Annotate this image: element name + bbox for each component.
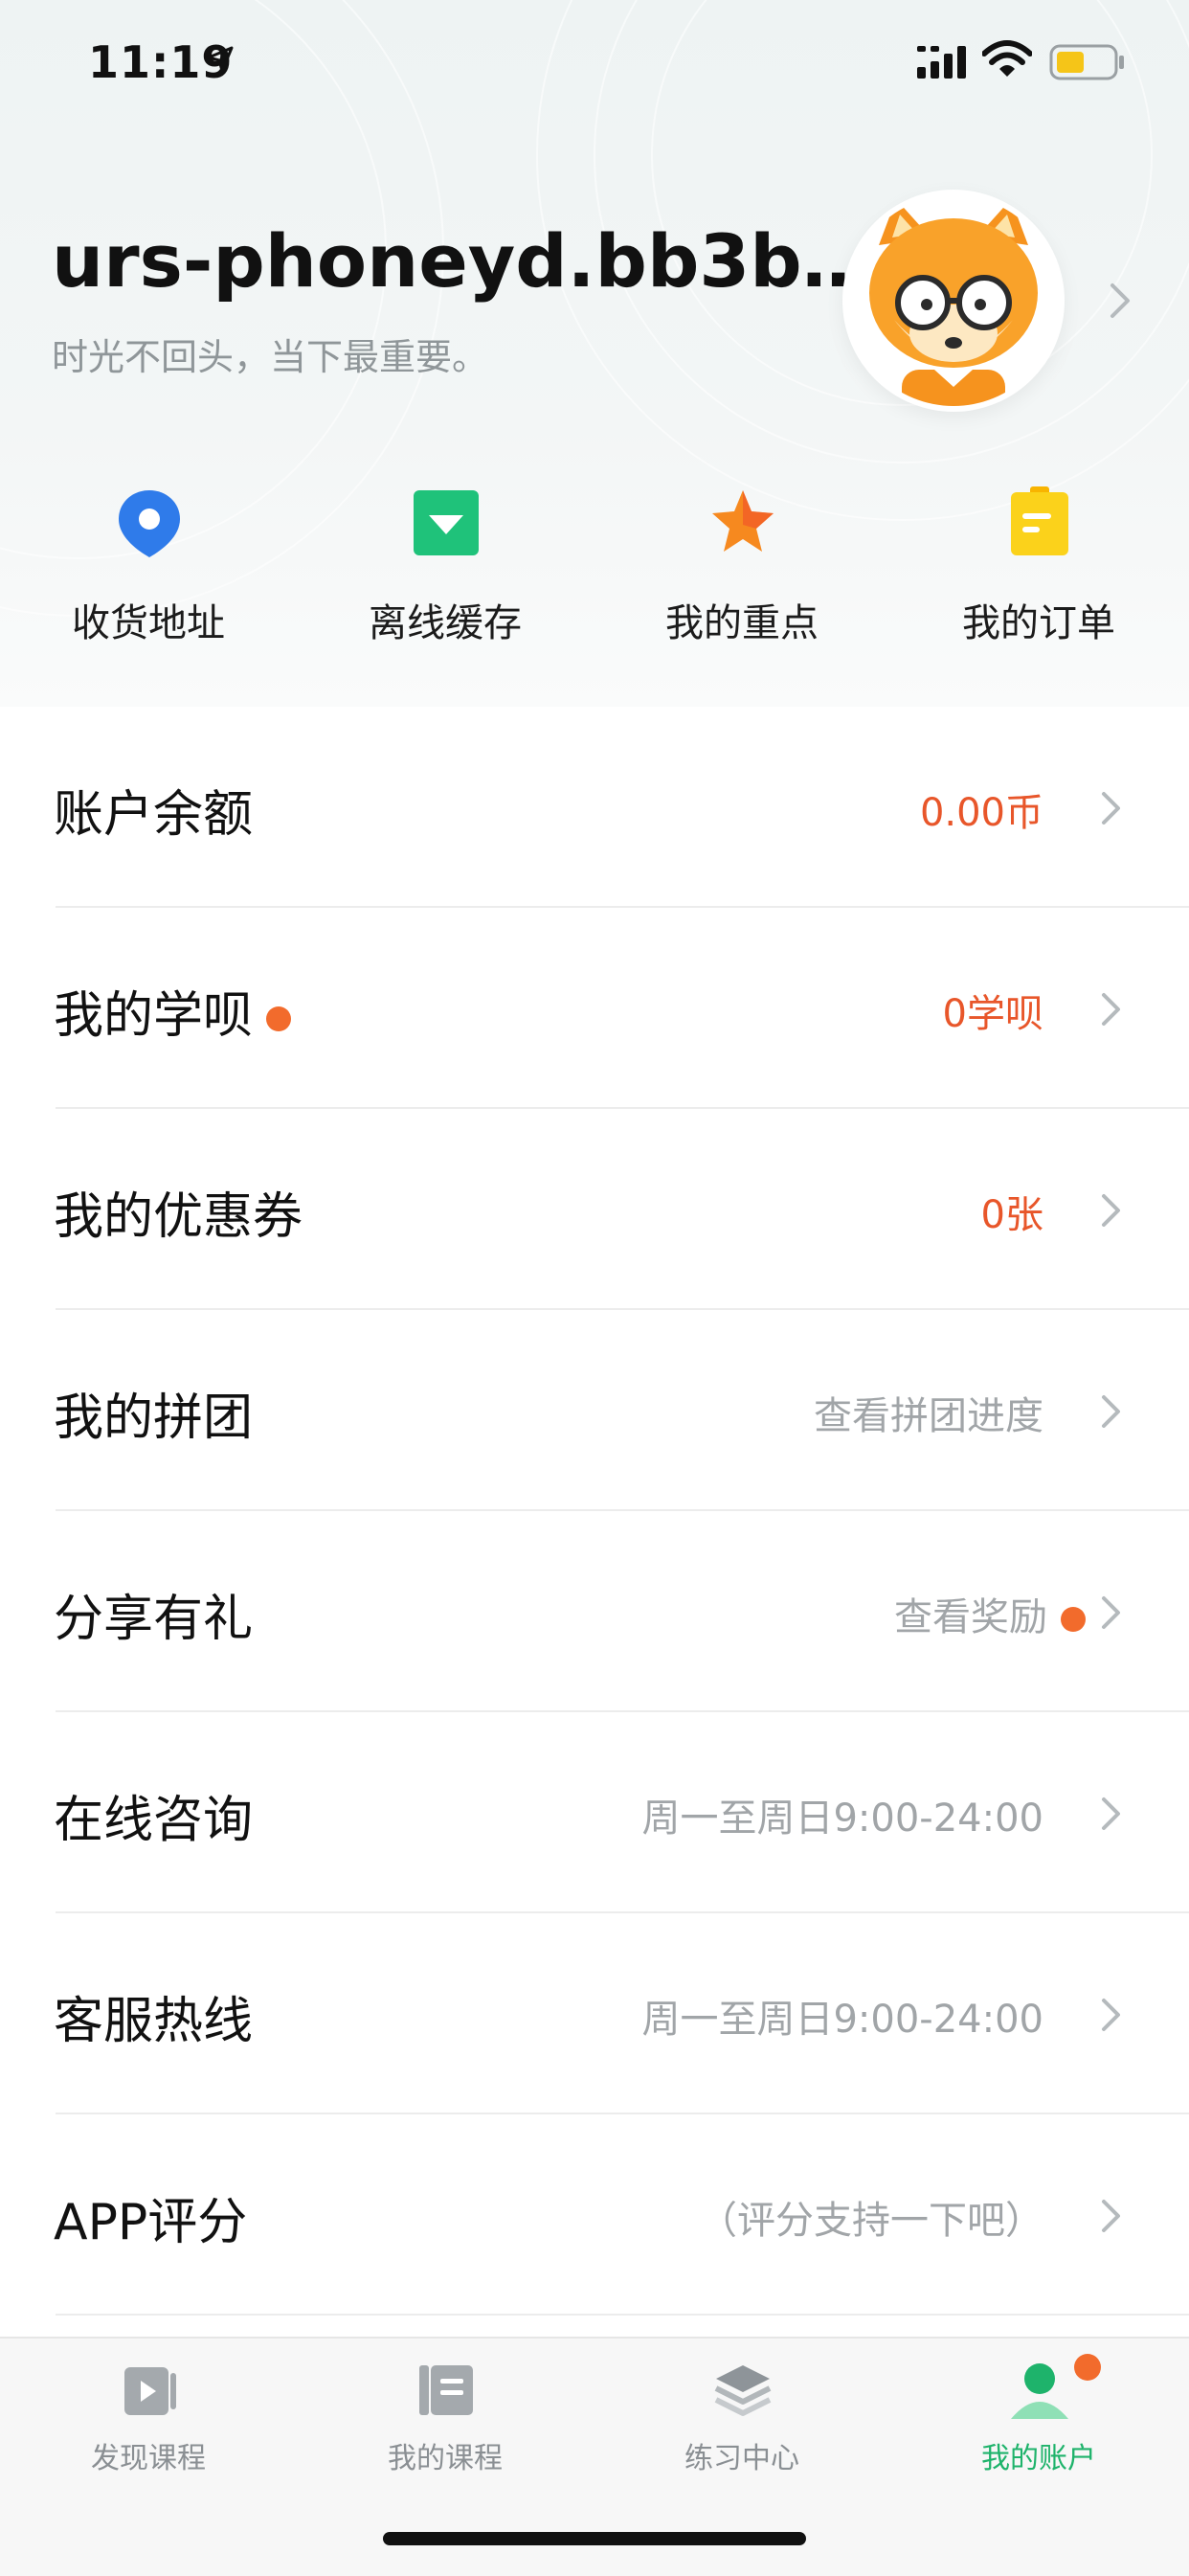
- location-arrow-icon: [207, 46, 234, 73]
- chevron-right-icon: [1102, 1797, 1120, 1830]
- list-item-value: 周一至周日9:00-24:00: [641, 1796, 1043, 1841]
- chevron-right-icon: [1102, 1999, 1120, 2031]
- list-item-online-consult[interactable]: 在线咨询 周一至周日9:00-24:00: [0, 1712, 1189, 1913]
- list-item-title: 我的优惠券: [54, 1188, 303, 1246]
- account-menu-list: 账户余额 0.00币 我的学呗 0学呗 我的优惠券 0张 我的拼团 查看拼团进度…: [0, 707, 1189, 2316]
- quick-action-key-points[interactable]: 我的重点: [594, 479, 890, 651]
- status-bar: 11:19: [0, 0, 1189, 124]
- quick-action-label: 离线缓存: [369, 601, 522, 645]
- avatar[interactable]: [842, 190, 1065, 412]
- list-item-coupons[interactable]: 我的优惠券 0张: [0, 1109, 1189, 1310]
- chevron-right-icon: [1102, 2200, 1120, 2232]
- profile-motto: 时光不回头，当下最重要。: [52, 336, 489, 378]
- list-item-app-rating[interactable]: APP评分 （评分支持一下吧）: [0, 2114, 1189, 2316]
- list-item-xuebei[interactable]: 我的学呗 0学呗: [0, 908, 1189, 1109]
- notification-dot: [266, 1006, 292, 1031]
- chevron-right-icon: [1102, 1596, 1120, 1629]
- tab-my-account[interactable]: 我的账户: [890, 2339, 1187, 2482]
- quick-action-address[interactable]: 收货地址: [0, 479, 297, 651]
- quick-action-orders[interactable]: 我的订单: [890, 479, 1187, 651]
- list-item-group-buy[interactable]: 我的拼团 查看拼团进度: [0, 1310, 1189, 1511]
- list-item-hotline[interactable]: 客服热线 周一至周日9:00-24:00: [0, 1913, 1189, 2114]
- list-item-value: 0学呗: [942, 992, 1043, 1036]
- list-item-title: 客服热线: [54, 1993, 254, 2050]
- quick-action-label: 我的重点: [665, 601, 819, 645]
- list-item-title: 我的拼团: [54, 1390, 254, 1447]
- list-item-share-rewards[interactable]: 分享有礼 查看奖励: [0, 1511, 1189, 1712]
- chevron-right-icon: [1102, 993, 1120, 1026]
- list-item-value: 0张: [980, 1193, 1043, 1237]
- tab-discover-courses[interactable]: 发现课程: [0, 2339, 297, 2482]
- fox-avatar-icon: [848, 195, 1059, 406]
- wifi-icon: [982, 40, 1032, 77]
- tab-label: 我的账户: [981, 2442, 1096, 2475]
- divider: [56, 2314, 1189, 2316]
- list-item-value: （评分支持一下吧）: [699, 2199, 1043, 2243]
- tab-practice-center[interactable]: 练习中心: [594, 2339, 890, 2482]
- quick-action-label: 收货地址: [72, 601, 225, 645]
- notification-dot: [1061, 1607, 1086, 1632]
- username[interactable]: urs-phoneyd.bb3b…: [52, 218, 875, 304]
- download-icon: [414, 490, 479, 555]
- tab-label: 练习中心: [684, 2442, 799, 2475]
- tab-label: 发现课程: [91, 2442, 206, 2475]
- quick-action-offline-cache[interactable]: 离线缓存: [297, 479, 594, 651]
- location-pin-icon: [119, 490, 180, 557]
- list-item-balance[interactable]: 账户余额 0.00币: [0, 707, 1189, 908]
- chevron-right-icon: [1102, 1194, 1120, 1227]
- list-item-value: 查看拼团进度: [814, 1394, 1043, 1438]
- chevron-right-icon: [1102, 1395, 1120, 1428]
- star-icon: [712, 490, 774, 552]
- chevron-right-icon: [1102, 792, 1120, 825]
- battery-icon: [1049, 44, 1124, 80]
- tab-label: 我的课程: [388, 2442, 503, 2475]
- quick-action-label: 我的订单: [962, 601, 1115, 645]
- play-icon: [124, 2367, 176, 2415]
- list-item-title: 我的学呗: [54, 975, 292, 1047]
- profile-chevron-icon[interactable]: [1109, 282, 1133, 320]
- list-item-title: 分享有礼: [54, 1591, 254, 1648]
- order-icon: [1011, 486, 1068, 555]
- list-item-value: 查看奖励: [894, 1586, 1086, 1641]
- list-item-title: 在线咨询: [54, 1792, 254, 1849]
- home-indicator[interactable]: [383, 2532, 806, 2545]
- list-item-title: APP评分: [54, 2194, 248, 2251]
- user-icon: [1011, 2363, 1068, 2419]
- list-item-value: 周一至周日9:00-24:00: [641, 1998, 1043, 2042]
- list-item-title: 账户余额: [54, 786, 254, 844]
- book-icon: [419, 2365, 473, 2415]
- quick-actions: 收货地址 离线缓存 我的重点 我的订单: [0, 479, 1189, 670]
- tab-my-courses[interactable]: 我的课程: [297, 2339, 594, 2482]
- list-item-value: 0.00币: [919, 791, 1043, 835]
- signal-icon: [917, 46, 966, 79]
- layers-icon: [714, 2365, 772, 2416]
- notification-badge: [1074, 2354, 1101, 2381]
